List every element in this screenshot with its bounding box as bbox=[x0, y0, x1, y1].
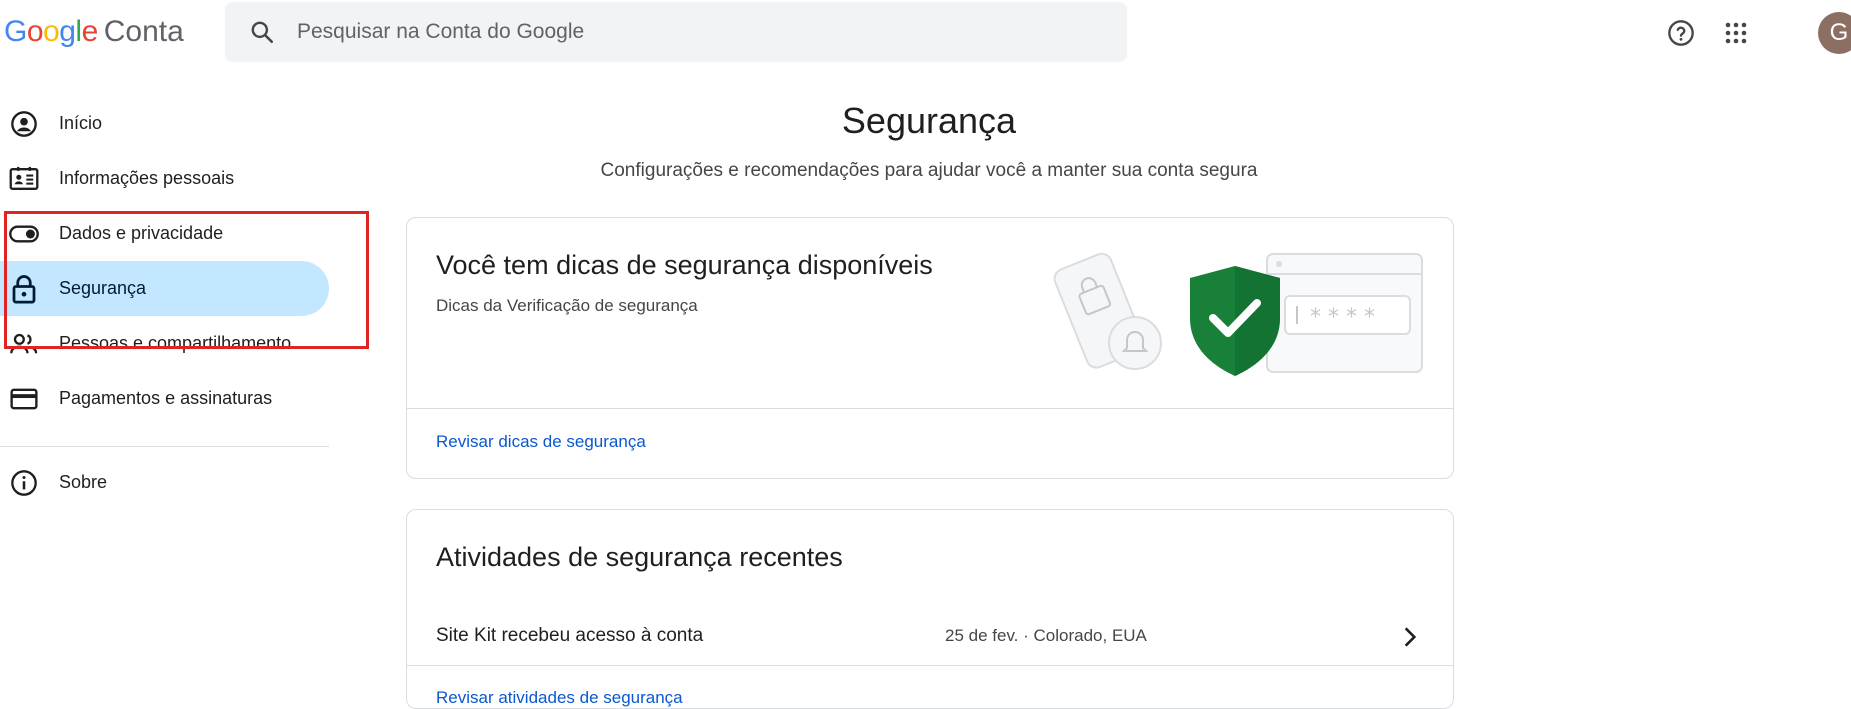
help-icon[interactable] bbox=[1661, 13, 1701, 53]
sidebar-item-informacoes-pessoais[interactable]: Informações pessoais bbox=[0, 151, 330, 206]
activity-row[interactable]: Site Kit recebeu acesso à conta 25 de fe… bbox=[407, 604, 1453, 668]
sidebar-item-label: Informações pessoais bbox=[59, 168, 235, 188]
card-title: Atividades de segurança recentes bbox=[436, 542, 843, 572]
sidebar-nav: Início Informações pessoais Dados e priv bbox=[0, 96, 330, 510]
activity-description: Site Kit recebeu acesso à conta bbox=[436, 625, 704, 646]
sidebar-item-dados-privacidade[interactable]: Dados e privacidade bbox=[0, 206, 330, 261]
review-security-activity-link[interactable]: Revisar atividades de segurança bbox=[436, 688, 683, 708]
toggle-icon bbox=[9, 219, 39, 249]
security-checkup-illustration: * * * * bbox=[1053, 252, 1423, 376]
credit-card-icon bbox=[9, 384, 39, 414]
search-bar[interactable] bbox=[225, 2, 1127, 62]
account-circle-icon bbox=[9, 109, 39, 139]
recent-security-activity-card: Atividades de segurança recentes Site Ki… bbox=[406, 509, 1454, 709]
info-icon bbox=[9, 468, 39, 498]
review-security-tips-link[interactable]: Revisar dicas de segurança bbox=[436, 432, 646, 452]
page-title: Segurança bbox=[841, 100, 1017, 141]
sidebar-item-label: Sobre bbox=[59, 472, 108, 492]
sidebar-divider bbox=[0, 446, 329, 447]
activity-meta: 25 de fev. · Colorado, EUA bbox=[945, 626, 1147, 645]
lock-icon bbox=[9, 274, 39, 304]
search-input[interactable] bbox=[295, 19, 1099, 45]
card-divider bbox=[407, 408, 1453, 409]
search-icon[interactable] bbox=[249, 19, 275, 45]
avatar-initial: G bbox=[1829, 19, 1849, 46]
google-wordmark: Google bbox=[4, 15, 98, 48]
sidebar-item-label: Início bbox=[59, 113, 103, 133]
card-subtitle: Dicas da Verificação de segurança bbox=[436, 296, 698, 315]
logo-product-name: Conta bbox=[103, 15, 184, 48]
apps-grid-icon[interactable] bbox=[1716, 13, 1756, 53]
card-title: Você tem dicas de segurança disponíveis bbox=[436, 250, 933, 280]
svg-text:* * * *: * * * * bbox=[1310, 305, 1375, 330]
chevron-right-icon bbox=[1404, 627, 1417, 647]
sidebar-item-inicio[interactable]: Início bbox=[0, 96, 330, 151]
id-card-icon bbox=[9, 164, 39, 194]
sidebar-item-pagamentos-assinaturas[interactable]: Pagamentos e assinaturas bbox=[0, 371, 330, 426]
sidebar-item-sobre[interactable]: Sobre bbox=[0, 455, 330, 510]
avatar[interactable]: G bbox=[1818, 12, 1851, 54]
security-tips-card: Você tem dicas de segurança disponíveis … bbox=[406, 217, 1454, 479]
sidebar-item-label: Pagamentos e assinaturas bbox=[59, 388, 273, 408]
sidebar-item-pessoas-compartilhamento[interactable]: Pessoas e compartilhamento bbox=[0, 316, 330, 371]
google-account-logo[interactable]: Google Conta bbox=[4, 12, 184, 52]
people-icon bbox=[9, 329, 39, 359]
card-divider bbox=[407, 665, 1453, 666]
page-subtitle: Configurações e recomendações para ajuda… bbox=[600, 160, 1258, 181]
sidebar-item-label: Dados e privacidade bbox=[59, 223, 224, 243]
sidebar-item-seguranca[interactable]: Segurança bbox=[0, 261, 329, 316]
sidebar-item-label: Segurança bbox=[59, 278, 147, 298]
sidebar-item-label: Pessoas e compartilhamento bbox=[59, 333, 292, 353]
